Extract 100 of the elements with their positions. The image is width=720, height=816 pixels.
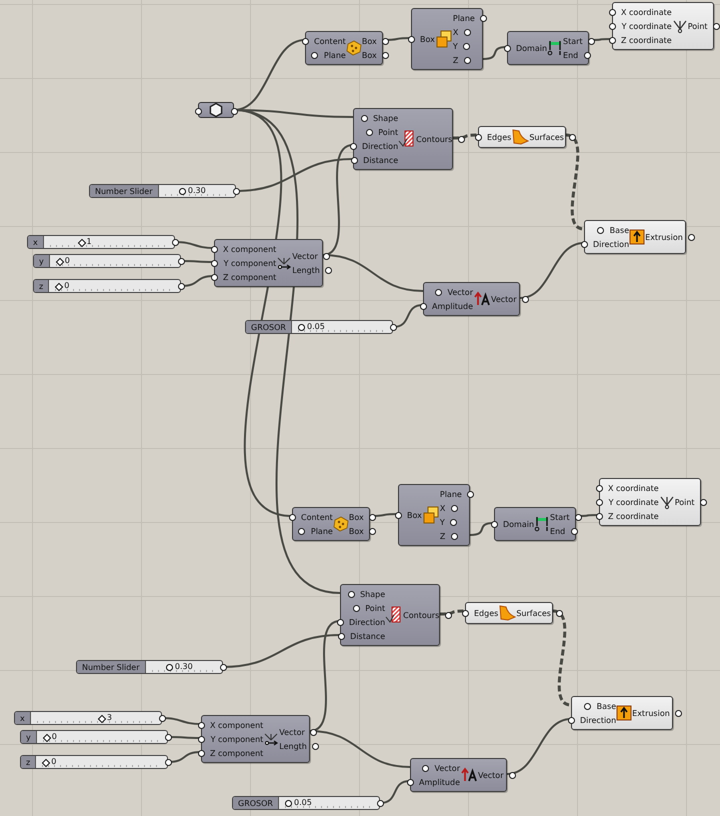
extrude-icon	[616, 705, 632, 721]
port-handle[interactable]	[422, 764, 429, 772]
vector-amplitude-icon	[460, 767, 478, 783]
slider-value: 0	[51, 757, 56, 766]
slider-track[interactable]: 0	[56, 255, 174, 267]
input-label: Direction	[362, 142, 398, 150]
slider-value: 0.05	[307, 322, 325, 331]
output-label: Extrusion	[645, 232, 683, 242]
port-handle[interactable]	[220, 664, 226, 671]
input-label: Y coordinate	[622, 22, 672, 30]
port-handle[interactable]	[509, 772, 516, 778]
port-handle[interactable]	[390, 324, 396, 331]
slider-knob[interactable]	[42, 733, 51, 742]
port-handle[interactable]	[444, 612, 452, 618]
input-label: X coordinate	[608, 484, 659, 492]
slider-track[interactable]: 0.05	[285, 797, 373, 809]
port-handle[interactable]	[420, 302, 426, 310]
input-label: Y component	[224, 258, 276, 268]
port-handle[interactable]	[700, 498, 708, 506]
port-handle[interactable]	[458, 136, 465, 142]
input-label: Box	[407, 510, 422, 520]
port-handle[interactable]	[597, 226, 604, 234]
output-label: End	[563, 50, 578, 60]
wire	[452, 134, 478, 140]
input-label: Direction	[593, 240, 630, 248]
input-label: Point	[365, 604, 386, 612]
port-handle[interactable]	[406, 778, 414, 786]
input-label: Domain	[516, 44, 548, 52]
output-label: Extrusion	[632, 708, 670, 718]
port-handle[interactable]	[462, 610, 468, 616]
port-handle[interactable]	[580, 240, 588, 248]
output-label: Y	[452, 42, 458, 50]
input-label: Plane	[324, 50, 346, 60]
port-handle[interactable]	[164, 734, 172, 741]
port-handle[interactable]	[232, 188, 240, 195]
vector-arrow-icon	[263, 731, 280, 747]
output-label: Vector	[478, 770, 504, 780]
slider-knob[interactable]	[98, 714, 106, 723]
slider-value: 0	[52, 732, 57, 741]
input-label: Edges	[487, 132, 512, 142]
output-label: Start	[563, 36, 583, 46]
output-label: Plane	[452, 14, 475, 22]
port-handle[interactable]	[504, 44, 510, 52]
port-handle[interactable]	[467, 490, 474, 498]
slider-value: 0	[64, 256, 70, 265]
output-label: Vector	[292, 252, 318, 260]
slider-knob[interactable]	[56, 257, 64, 266]
slider-value: 3	[106, 713, 112, 722]
port-handle[interactable]	[713, 22, 720, 30]
port-handle[interactable]	[688, 234, 696, 240]
input-label: X component	[210, 720, 264, 730]
output-label: Box	[362, 50, 377, 60]
slider-label: z	[34, 280, 50, 292]
port-handle[interactable]	[376, 800, 384, 807]
output-label: Box	[362, 36, 377, 46]
port-handle[interactable]	[194, 108, 202, 114]
slider-knob[interactable]	[285, 800, 292, 807]
slider-knob[interactable]	[77, 238, 86, 247]
port-handle[interactable]	[230, 108, 238, 114]
port-handle[interactable]	[480, 14, 488, 22]
port-handle[interactable]	[474, 134, 482, 140]
port-handle[interactable]	[394, 512, 402, 518]
input-label: Plane	[310, 526, 333, 536]
input-label: Distance	[363, 156, 398, 164]
slider-knob[interactable]	[42, 758, 50, 767]
vector-amplitude-icon	[473, 291, 491, 307]
port-handle[interactable]	[164, 759, 172, 766]
dice-icon	[346, 40, 362, 56]
port-handle[interactable]	[435, 288, 442, 296]
input-label: Domain	[503, 520, 534, 528]
slider-knob[interactable]	[166, 664, 173, 671]
slider-track[interactable]: 0.30	[152, 661, 216, 673]
port-handle[interactable]	[408, 36, 414, 42]
slider-label: z	[21, 756, 36, 768]
port-handle[interactable]	[178, 258, 184, 265]
input-label: Shape	[360, 590, 386, 598]
port-handle[interactable]	[584, 702, 592, 710]
port-handle[interactable]	[522, 296, 529, 302]
slider-knob[interactable]	[54, 282, 64, 291]
slider-track[interactable]: 0	[42, 731, 161, 743]
port-handle[interactable]	[172, 239, 178, 246]
port-handle[interactable]	[490, 520, 498, 528]
surface-icon	[511, 129, 530, 145]
domain-icon	[547, 40, 564, 56]
port-handle[interactable]	[178, 283, 184, 290]
slider-track[interactable]: 0.05	[298, 321, 386, 333]
port-handle[interactable]	[556, 610, 564, 616]
slider-knob[interactable]	[298, 324, 305, 331]
output-label: X	[452, 28, 458, 36]
port-handle[interactable]	[675, 710, 682, 716]
port-handle[interactable]	[569, 134, 576, 140]
wire	[440, 610, 466, 616]
port-handle[interactable]	[158, 715, 166, 722]
hexagon-icon	[209, 103, 223, 117]
slider-knob[interactable]	[178, 188, 186, 195]
slider-track[interactable]: 0.30	[164, 185, 229, 197]
port-handle[interactable]	[568, 716, 574, 724]
output-label: Z	[452, 56, 458, 64]
slider-track[interactable]: 3	[36, 712, 155, 724]
slider-track[interactable]: 1	[50, 236, 168, 248]
